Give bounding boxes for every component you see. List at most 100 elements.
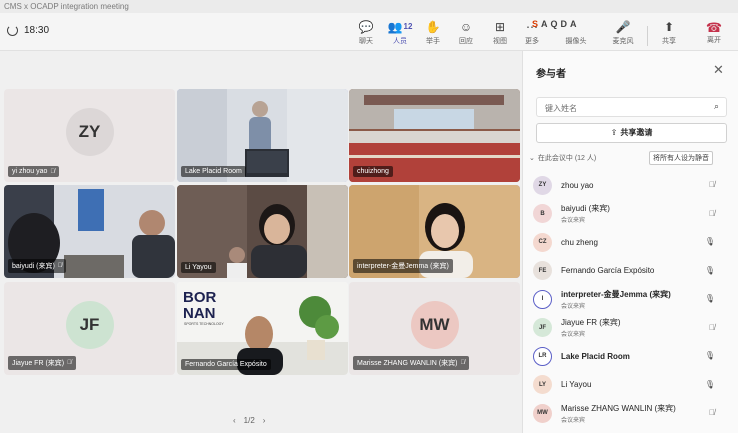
share-invite-label: 共享邀请	[620, 128, 653, 137]
chat-button[interactable]: 💬 聊天	[349, 19, 383, 49]
window-title: CMS x OCADP integration meeting	[0, 0, 738, 13]
toolbar-divider	[647, 26, 648, 46]
share-invite-button[interactable]: ⇪ 共享邀请	[536, 123, 727, 143]
video-tile[interactable]: JF Jiayue FR (来宾) 🎙̸	[4, 282, 175, 375]
tile-name: Jiayue FR (来宾)	[12, 360, 65, 367]
video-tile[interactable]: BOR NAN SPORTS TECHNOLOGY Fernando Garcí…	[177, 282, 348, 375]
mic-off-icon: 🎙̸	[57, 263, 63, 269]
tile-name-tag: chuizhong	[353, 166, 393, 177]
participant-name: Li Yayou	[561, 380, 592, 390]
participant-row[interactable]: LR Lake Placid Room 🎙	[533, 342, 733, 371]
participant-role: 会议来宾	[561, 218, 586, 225]
logo-subtext: SPORTS TECHNOLOGY	[184, 322, 224, 326]
react-label: 回应	[459, 38, 473, 45]
raise-hand-label: 举手	[426, 38, 440, 45]
mic-off-icon: 🎙̸	[50, 168, 55, 175]
share-icon: ⇪	[610, 128, 618, 137]
section-header[interactable]: ⌄ 在此会议中 (12 人) 将所有人设为静音	[529, 151, 734, 165]
tile-name-tag: Jiayue FR (来宾) 🎙̸	[8, 356, 76, 370]
tile-name: baiyudi (来宾)	[12, 263, 55, 270]
tile-name: Marisse ZHANG WANLIN (来宾)	[357, 360, 458, 367]
hand-icon: ✋	[425, 20, 441, 34]
avatar: FE	[533, 261, 552, 281]
participants-panel: 参与者 ✕ 键入姓名 ⌕ ⇪ 共享邀请 ⌄ 在此会议中 (12 人) 将所有人设为…	[522, 51, 738, 433]
video-tile[interactable]: ZY yi zhou yao 🎙̸	[4, 89, 175, 182]
section-label: 在此会议中 (12 人)	[537, 155, 597, 162]
participant-row[interactable]: CZ chu zheng 🎙	[533, 228, 733, 257]
next-page-button[interactable]: ›	[263, 416, 266, 425]
participant-row[interactable]: FE Fernando García Expósito 🎙	[533, 257, 733, 286]
timer-icon	[7, 25, 18, 36]
mic-off-icon: 🎙̸	[67, 360, 72, 366]
share-label: 共享	[662, 38, 676, 45]
raise-hand-button[interactable]: ✋ 举手	[416, 19, 450, 49]
people-icon: 👥 12	[387, 20, 413, 34]
close-icon[interactable]: ✕	[713, 62, 724, 78]
view-label: 视图	[493, 38, 507, 45]
tile-name-tag: Marisse ZHANG WANLIN (来宾) 🎙̸	[353, 356, 469, 370]
video-tile[interactable]: Lake Placid Room	[177, 89, 348, 182]
avatar: MW	[533, 403, 552, 423]
participant-row[interactable]: B baiyudi (来宾) 会议来宾 🎙̸	[533, 200, 733, 229]
tile-name: Li Yayou	[185, 264, 212, 271]
mic-off-icon: 🎙̸	[709, 180, 715, 189]
leave-label: 离开	[707, 37, 721, 44]
participant-row[interactable]: JF Jiayue FR (来宾) 会议来宾 🎙̸	[533, 314, 733, 343]
search-icon: ⌕	[713, 101, 719, 111]
mic-icon: 🎙	[704, 379, 715, 389]
tile-name-tag: yi zhou yao 🎙̸	[8, 166, 59, 177]
mic-label: 麦克风	[612, 38, 634, 45]
microphone-icon: 🎤	[615, 20, 631, 34]
participant-name: Jiayue FR (来宾)	[561, 318, 621, 328]
grid-icon: ⊞	[494, 20, 506, 34]
cluster-letter: A	[541, 19, 548, 29]
tile-name: yi zhou yao	[12, 168, 48, 175]
participant-row[interactable]: LY Li Yayou 🎙	[533, 371, 733, 400]
search-input[interactable]: 键入姓名 ⌕	[536, 97, 727, 117]
tile-name: Fernando García Expósito	[185, 361, 267, 368]
participant-name: Fernando García Expósito	[561, 266, 655, 276]
leave-button[interactable]: ☎ 离开	[700, 20, 728, 48]
chat-icon: 💬	[358, 20, 374, 34]
people-count: 12	[403, 22, 413, 31]
prev-page-button[interactable]: ‹	[233, 416, 236, 425]
chevron-down-icon: ⌄	[529, 155, 535, 162]
avatar: ZY	[533, 175, 552, 195]
mic-icon: 🎙	[704, 294, 715, 303]
avatar: LY	[533, 375, 552, 395]
video-tile[interactable]: baiyudi (来宾) 🎙̸	[4, 185, 175, 278]
participant-row[interactable]: MW Marisse ZHANG WANLIN (来宾) 会议来宾 🎙̸	[533, 399, 733, 428]
people-button[interactable]: 👥 12 人员	[383, 19, 417, 55]
participant-row[interactable]: I interpreter-金曼Jemma (来宾) 会议来宾 🎙	[533, 285, 733, 314]
video-tile[interactable]: Li Yayou	[177, 185, 348, 278]
mute-all-button[interactable]: 将所有人设为静音	[649, 151, 713, 165]
share-screen-icon: ⬆	[663, 20, 675, 34]
view-button[interactable]: ⊞ 视图	[483, 19, 517, 49]
share-button[interactable]: ⬆ 共享	[652, 19, 686, 49]
participant-role: 会议来宾	[561, 332, 586, 339]
participant-row[interactable]: ZY zhou yao 🎙̸	[533, 171, 733, 200]
video-stage: ZY yi zhou yao 🎙̸ Lake Placid Room chuizh…	[0, 51, 522, 433]
participant-role: 会议来宾	[561, 417, 586, 424]
avatar: LR	[533, 346, 552, 366]
tile-name: chuizhong	[357, 168, 389, 175]
meeting-timer: 18:30	[7, 25, 49, 36]
video-tile[interactable]: MW Marisse ZHANG WANLIN (来宾) 🎙̸	[349, 282, 520, 375]
camera-label: 摄像头	[565, 38, 587, 45]
timer-text: 18:30	[24, 25, 50, 36]
more-label: 更多	[525, 38, 539, 45]
tile-name: Lake Placid Room	[185, 168, 242, 175]
mic-off-icon: 🎙̸	[709, 408, 715, 417]
participant-name: zhou yao	[561, 180, 594, 190]
video-tile[interactable]: chuizhong	[349, 89, 520, 182]
react-button[interactable]: ☺ 回应	[449, 19, 483, 49]
mic-button[interactable]: 🎤 麦克风	[606, 19, 640, 49]
camera-button[interactable]: 📷 摄像头	[559, 19, 593, 49]
logo-text-1: BOR	[183, 289, 217, 306]
avatar: JF	[533, 318, 552, 338]
cluster-letter: Q	[550, 19, 558, 29]
cluster-letter: S	[532, 19, 539, 29]
participant-name: chu zheng	[561, 237, 598, 247]
video-tile[interactable]: interpreter-金曼Jemma (来宾)	[349, 185, 520, 278]
participant-role: 会议来宾	[561, 303, 586, 310]
